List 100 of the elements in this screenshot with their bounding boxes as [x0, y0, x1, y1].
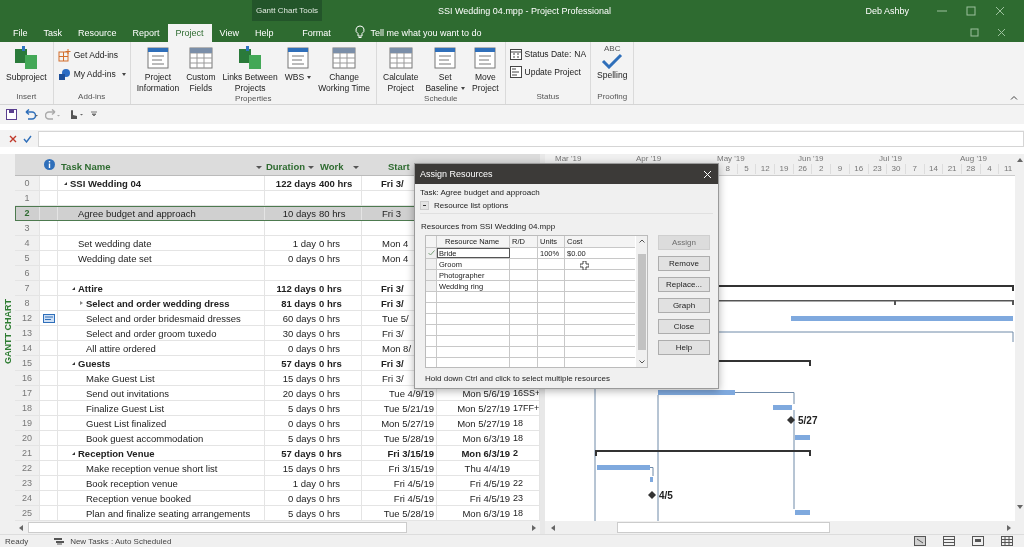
row-number[interactable]: 14: [15, 341, 40, 356]
predecessor-value: 18: [513, 508, 523, 519]
expand-arrow-icon[interactable]: [80, 301, 83, 306]
ribbon-button[interactable]: Custom Fields: [184, 44, 218, 94]
scroll-up-icon[interactable]: [638, 239, 645, 244]
scroll-down-icon[interactable]: [638, 360, 645, 365]
ribbon-tab[interactable]: Project: [167, 23, 212, 42]
enter-icon[interactable]: [23, 134, 32, 143]
row-number[interactable]: 6: [15, 266, 40, 281]
row-number[interactable]: 24: [15, 491, 40, 506]
row-number[interactable]: 17: [15, 386, 40, 401]
ribbon-button[interactable]: My Add-ins: [57, 67, 126, 81]
work-value: 0 hrs: [319, 252, 341, 264]
cancel-icon[interactable]: [9, 134, 17, 143]
restore-icon[interactable]: [970, 27, 979, 37]
ribbon-button[interactable]: ABC Spelling: [595, 44, 630, 81]
expand-icon[interactable]: [420, 200, 429, 210]
scrollbar-thumb[interactable]: [617, 522, 830, 534]
ribbon-button[interactable]: Links Between Projects: [220, 44, 280, 94]
row-number[interactable]: 5: [15, 251, 40, 266]
ribbon-tab[interactable]: View: [211, 23, 247, 42]
scroll-right-icon[interactable]: [531, 524, 536, 531]
column-header[interactable]: Task Name: [58, 154, 265, 176]
row-number[interactable]: 3: [15, 221, 40, 236]
column-header[interactable]: Work: [317, 154, 362, 176]
ribbon-button[interactable]: Subproject: [4, 44, 49, 83]
task-mode-text[interactable]: New Tasks : Auto Scheduled: [70, 536, 172, 546]
ribbon-tab[interactable]: Report: [124, 23, 168, 42]
entry-field[interactable]: [38, 130, 1024, 147]
scroll-left-icon[interactable]: [19, 524, 24, 531]
scrollbar-thumb[interactable]: [637, 253, 646, 350]
ribbon-button[interactable]: Project Information: [134, 44, 182, 94]
gantt-view-icon[interactable]: [914, 536, 926, 547]
dialog-button[interactable]: Close: [658, 319, 710, 335]
dialog-button[interactable]: Replace...: [658, 277, 710, 293]
work-value: 0 hrs: [319, 387, 341, 399]
customize-icon[interactable]: [91, 111, 97, 118]
finish-date: Mon 6/3/19: [462, 432, 510, 444]
scroll-up-icon[interactable]: [1016, 157, 1023, 163]
timescale-day: 14: [923, 164, 943, 175]
row-number[interactable]: 25: [15, 506, 40, 521]
start-date: Tue 4/9/19: [388, 387, 434, 399]
row-number[interactable]: 22: [15, 461, 40, 476]
collapse-arrow-icon[interactable]: [64, 181, 67, 185]
ribbon-button[interactable]: Calculate Project: [381, 44, 421, 94]
group-label: Proofing: [596, 91, 629, 103]
row-number[interactable]: 7: [15, 281, 40, 296]
row-number[interactable]: 20: [15, 431, 40, 446]
collapse-arrow-icon[interactable]: [72, 451, 75, 455]
team-planner-icon[interactable]: [972, 536, 984, 547]
scroll-down-icon[interactable]: [1016, 505, 1023, 511]
row-number[interactable]: 15: [15, 356, 40, 371]
duration-value: 5 days: [288, 402, 316, 414]
milestone-diamond: [787, 416, 795, 425]
column-header[interactable]: Duration: [265, 154, 317, 176]
ribbon-tab[interactable]: Format: [289, 23, 344, 42]
row-number[interactable]: 13: [15, 326, 40, 341]
row-number[interactable]: 1: [15, 191, 40, 206]
ribbon-button[interactable]: Set Baseline: [423, 44, 468, 94]
filter-caret-icon[interactable]: [308, 166, 314, 170]
timescale-day: 5: [736, 164, 756, 175]
ribbon-tab[interactable]: Help: [246, 23, 282, 42]
row-number[interactable]: 0: [15, 176, 40, 191]
ribbon-button[interactable]: Get Add-ins: [57, 48, 126, 62]
task-usage-icon[interactable]: [943, 536, 955, 547]
collapse-arrow-icon[interactable]: [72, 286, 75, 290]
undo-icon[interactable]: [23, 108, 39, 120]
ribbon-button[interactable]: Change Working Time: [316, 44, 372, 94]
duration-value: 20 days: [282, 387, 316, 399]
filter-caret-icon[interactable]: [353, 166, 359, 170]
dialog-button[interactable]: Remove: [658, 256, 710, 272]
options-toggle[interactable]: Resource list options: [434, 200, 509, 210]
ribbon-button[interactable]: Update Project: [509, 65, 587, 78]
dialog-button[interactable]: Help: [658, 340, 710, 356]
row-number[interactable]: 12: [15, 311, 40, 326]
scroll-left-icon[interactable]: [551, 524, 556, 531]
restore-icon[interactable]: [966, 5, 976, 16]
ribbon-button[interactable]: Move Project: [470, 44, 501, 94]
ribbon-tab[interactable]: Resource: [70, 23, 125, 42]
start-date: Fri 4/5/19: [393, 477, 434, 489]
tell-me-field[interactable]: Tell me what you want to do: [370, 23, 482, 42]
collapse-arrow-icon[interactable]: [72, 361, 75, 365]
calendar-icon: [509, 48, 522, 60]
dialog-button[interactable]: Graph: [658, 298, 710, 314]
row-number[interactable]: 23: [15, 476, 40, 491]
save-icon[interactable]: [6, 108, 17, 120]
scrollbar-thumb[interactable]: [28, 522, 408, 534]
sheet-view-icon[interactable]: [1001, 536, 1013, 547]
row-number[interactable]: 21: [15, 446, 40, 461]
ribbon-tab[interactable]: Task: [35, 23, 71, 42]
scroll-right-icon[interactable]: [1006, 524, 1011, 531]
row-number[interactable]: 8: [15, 296, 40, 311]
row-number[interactable]: 19: [15, 416, 40, 431]
row-number[interactable]: 18: [15, 401, 40, 416]
ribbon-tab[interactable]: File: [5, 23, 36, 42]
ribbon-button[interactable]: Status Date: NA: [509, 48, 587, 60]
row-number[interactable]: 4: [15, 236, 40, 251]
row-number[interactable]: 16: [15, 371, 40, 386]
filter-caret-icon[interactable]: [256, 166, 262, 170]
ribbon-button[interactable]: WBS: [282, 44, 314, 83]
